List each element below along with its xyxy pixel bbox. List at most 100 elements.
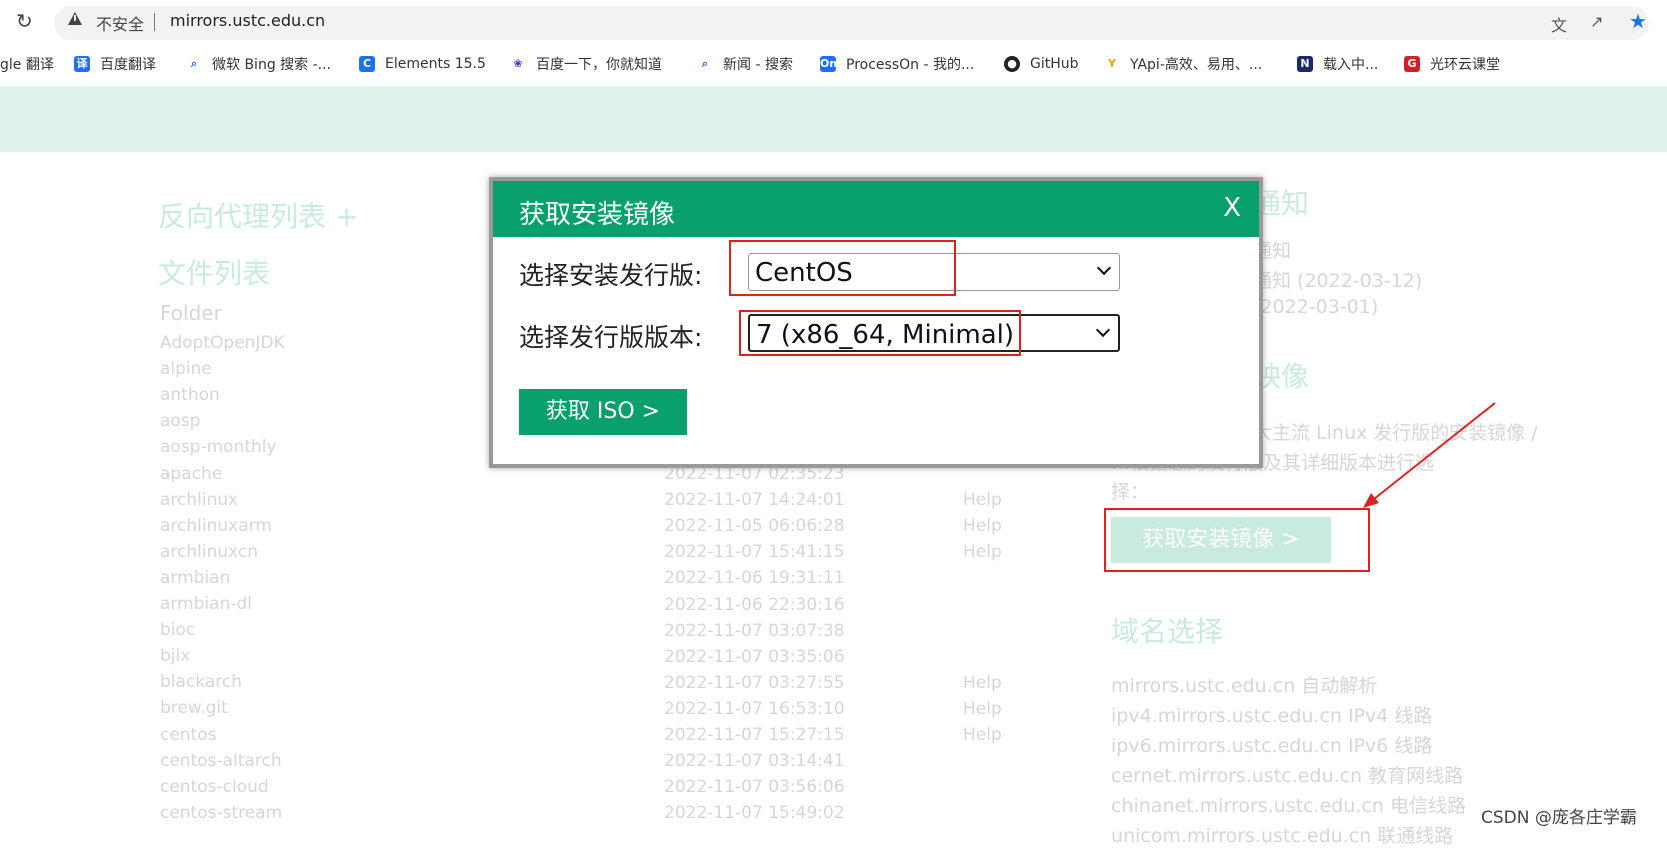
get-iso-button[interactable]: 获取 ISO > [519,389,687,435]
bookmark-loading[interactable]: N 载入中... [1297,54,1378,74]
domain-link[interactable]: ipv6.mirrors.ustc.edu.cn IPv6 线路 [1111,731,1432,758]
translate-icon: 译 [74,56,90,72]
annotation-arrow [1363,402,1496,508]
bookmark-elements[interactable]: C Elements 15.5 [359,54,486,74]
folder-link[interactable]: bjlx [160,646,190,666]
date-cell: 2022-11-07 15:49:02 [664,803,845,824]
bookmark-guanghuan[interactable]: G 光环云课堂 [1404,54,1500,74]
chevron-down-icon [1096,260,1112,276]
bookmark-bing[interactable]: ⌕ 微软 Bing 搜索 -... [186,54,331,74]
annotation-box-version [739,310,1021,356]
help-link[interactable]: Help [963,673,1002,693]
bookmark-label: Elements 15.5 [385,56,486,72]
version-label: 选择发行版版本: [519,323,703,352]
folder-link[interactable]: armbian [160,568,230,588]
chevron-down-icon [1095,322,1111,338]
bookmark-baidu[interactable]: ❀ 百度一下，你就知道 [510,54,662,74]
help-link[interactable]: Help [963,490,1002,510]
bookmarks-bar: gle 翻译 译 百度翻译 ⌕ 微软 Bing 搜索 -... C Elemen… [0,44,1667,82]
file-list-heading: 文件列表 [158,257,271,290]
annotation-box-get-image [1104,508,1370,572]
reload-icon[interactable]: ↻ [16,9,33,33]
folder-link[interactable]: apache [160,464,222,484]
bookmark-yapi[interactable]: Y YApi-高效、易用、... [1104,54,1262,74]
bookmark-label: 微软 Bing 搜索 -... [212,57,332,73]
folder-link[interactable]: armbian-dl [160,594,252,614]
dialog-header: 获取安装镜像 X [493,181,1259,237]
folder-link[interactable]: alpine [160,359,212,379]
date-cell: 2022-11-07 14:24:01 [664,490,845,511]
folder-link[interactable]: brew.git [160,698,228,718]
folder-column-header: Folder [160,301,222,325]
folder-link[interactable]: blackarch [160,672,242,692]
domain-link[interactable]: unicom.mirrors.ustc.edu.cn 联通线路 [1111,821,1453,848]
date-cell: 2022-11-07 03:27:55 [664,672,845,693]
folder-link[interactable]: aosp [160,411,200,431]
bookmark-label: 百度一下，你就知道 [536,57,662,73]
bookmark-github[interactable]: ● GitHub [1004,54,1079,74]
folder-link[interactable]: archlinuxarm [160,516,272,536]
date-cell: 2022-11-06 19:31:11 [664,568,845,589]
bookmark-label: 新闻 - 搜索 [723,57,793,73]
url-text[interactable]: mirrors.ustc.edu.cn [170,11,325,30]
bookmark-processon[interactable]: On ProcessOn - 我的... [820,54,974,74]
site-header-bar [0,86,1667,152]
proxy-list-heading[interactable]: 反向代理列表 + [158,195,358,235]
bookmark-label: GitHub [1030,56,1079,72]
translate-icon[interactable]: 文 [1551,12,1567,36]
folder-link[interactable]: centos [160,725,217,745]
guanghuan-icon: G [1404,56,1420,72]
date-cell: 2022-11-07 15:27:15 [664,725,845,745]
notice-item[interactable]: 通知 (2022-03-12) [1253,266,1422,293]
bookmark-label: 光环云课堂 [1430,57,1500,73]
bookmark-baidu-translate[interactable]: 译 百度翻译 [74,54,156,74]
folder-link[interactable]: AdoptOpenJDK [160,333,285,353]
folder-link[interactable]: centos-altarch [160,751,282,771]
bookmark-google-translate[interactable]: gle 翻译 [0,54,54,74]
insecure-label[interactable]: 不安全 [96,11,144,35]
date-cell: 2022-11-07 03:14:41 [664,751,845,772]
github-icon: ● [1004,56,1020,72]
domain-link[interactable]: ipv4.mirrors.ustc.edu.cn IPv4 线路 [1111,701,1432,728]
domain-heading: 域名选择 [1111,615,1224,648]
notice-item[interactable]: (2022-03-01) [1253,296,1378,318]
site-icon: N [1297,56,1313,72]
help-link[interactable]: Help [963,725,1002,745]
help-link[interactable]: Help [963,699,1002,719]
bookmark-news[interactable]: ⌕ 新闻 - 搜索 [697,54,793,74]
annotation-box-distro [729,240,956,296]
folder-link[interactable]: centos-stream [160,803,282,823]
folder-link[interactable]: archlinux [160,490,238,510]
folder-link[interactable]: anthon [160,385,220,405]
domain-link[interactable]: cernet.mirrors.ustc.edu.cn 教育网线路 [1111,761,1463,788]
dialog-title: 获取安装镜像 [519,200,676,230]
folder-link[interactable]: bioc [160,620,195,640]
processon-icon: On [820,56,838,72]
domain-link[interactable]: mirrors.ustc.edu.cn 自动解析 [1111,671,1377,698]
folder-link[interactable]: archlinuxcn [160,542,258,562]
folder-link[interactable]: aosp-monthly [160,437,277,457]
bookmark-label: 载入中... [1323,57,1379,73]
distro-label: 选择安装发行版: [519,261,703,290]
date-cell: 2022-11-07 16:53:10 [664,698,845,719]
bookmark-label: 百度翻译 [100,57,156,73]
search-icon: ⌕ [190,57,198,70]
close-button[interactable]: X [1223,193,1241,223]
separator [154,13,155,31]
date-cell: 2022-11-07 15:41:15 [664,542,845,563]
date-cell: 2022-11-07 03:07:38 [664,620,845,641]
baidu-paw-icon: ❀ [513,57,523,70]
date-cell: 2022-11-06 22:30:16 [664,594,845,615]
bookmark-label: gle 翻译 [0,57,54,73]
help-link[interactable]: Help [963,542,1002,562]
yapi-icon: Y [1108,57,1116,70]
bookmark-star-icon[interactable]: ★ [1629,9,1647,33]
share-icon[interactable]: ↗ [1590,12,1603,31]
domain-link[interactable]: chinanet.mirrors.ustc.edu.cn 电信线路 [1111,791,1466,818]
date-cell: 2022-11-07 03:56:06 [664,777,845,798]
image-desc: 择： [1111,481,1150,503]
folder-link[interactable]: centos-cloud [160,777,269,797]
elements-icon: C [359,56,375,72]
csdn-watermark: CSDN @庞各庄学霸 [1481,808,1637,828]
help-link[interactable]: Help [963,516,1002,536]
